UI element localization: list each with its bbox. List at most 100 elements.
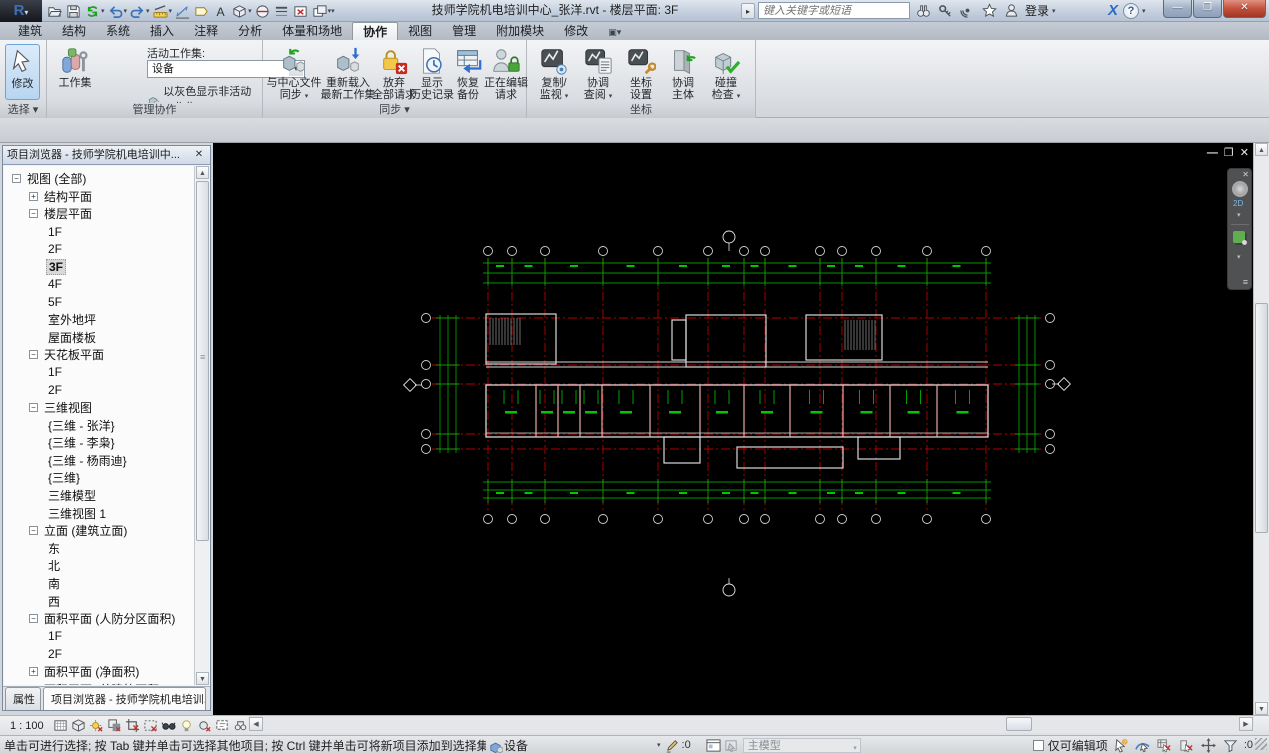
3d-view-dropdown-arrow[interactable]: ▾ [248,7,252,15]
ribbon-tab-9[interactable]: 管理 [442,22,486,40]
editable-only-checkbox[interactable] [1032,739,1044,751]
save-button[interactable] [65,2,82,20]
reveal-hidden-elements-icon[interactable] [178,717,196,734]
reload-latest-button[interactable]: 重新载入 最新工作集 [321,43,376,102]
temporary-hide-isolate-icon[interactable] [160,717,178,734]
crop-view-icon[interactable] [124,717,142,734]
communication-center-icon[interactable] [959,2,976,19]
tree-item[interactable]: 东 [4,539,194,557]
thin-lines-button[interactable] [273,2,290,20]
infocenter-search-input[interactable] [758,2,910,19]
tree-item[interactable]: 2F [4,645,194,663]
tree-expander-icon[interactable]: − [29,209,38,219]
tree-item[interactable]: 北 [4,557,194,575]
ribbon-tab-10[interactable]: 附加模块 [486,22,554,40]
measure-dropdown-arrow[interactable]: ▾ [169,7,173,15]
dropdown-arrow[interactable]: ▾ [609,93,613,100]
coordinates-button[interactable]: 坐标 设置 [621,43,661,102]
scroll-down-arrow[interactable]: ▼ [196,672,209,685]
hscroll-right-arrow[interactable]: ▶ [1239,717,1253,731]
login-dropdown-arrow[interactable]: ▾ [1052,7,1056,15]
select-underlay-icon[interactable] [1134,737,1152,753]
undo-dropdown-arrow[interactable]: ▾ [124,7,128,15]
help-icon[interactable]: ? [1123,2,1140,19]
tree-item[interactable]: 4F [4,276,194,294]
ribbon-tab-6[interactable]: 体量和场地 [272,22,352,40]
steering-wheel-icon[interactable] [1232,181,1248,197]
customize-qat-arrow[interactable]: ▾ [331,7,335,15]
tag-button[interactable] [193,2,210,20]
shadows-icon[interactable] [106,717,124,734]
sync-with-central-qat-button[interactable] [84,2,101,20]
sync-with-central-button[interactable]: 与中心文件 同步 ▾ [267,43,322,104]
worksets-button[interactable]: 工作集 [53,43,97,90]
horizontal-scrollbar[interactable]: ◀ ▶ [248,716,1254,733]
coordination-host-button[interactable]: 协调 主体 [663,43,703,102]
subscription-center-icon[interactable] [937,2,954,19]
tree-item[interactable]: 1F [4,627,194,645]
tree-item[interactable]: {三维 - 张洋} [4,416,194,434]
visual-style-icon[interactable] [70,717,88,734]
switch-windows-button[interactable] [311,2,328,20]
tree-expander-icon[interactable]: − [29,403,38,413]
tree-item[interactable]: − 三维视图 [4,399,194,417]
tab-project-browser[interactable]: 项目浏览器 - 技师学院机电培训... [42,687,206,710]
view-restore-icon[interactable]: ❐ [1224,147,1240,159]
navbar-close-icon[interactable]: ✕ [1242,170,1249,179]
tab-properties[interactable]: 属性 [5,687,41,710]
dropdown-arrow[interactable]: ▾ [305,93,309,100]
zoom-tool-icon[interactable] [1233,231,1247,245]
project-browser-close-icon[interactable]: ✕ [192,146,206,164]
tree-item[interactable]: 1F [4,223,194,241]
wheel-dropdown-arrow[interactable]: ▾ [1237,211,1241,219]
project-browser-title-bar[interactable]: 项目浏览器 - 技师学院机电培训中... ✕ [3,146,210,165]
tree-expander-icon[interactable]: − [12,174,21,184]
coordination-review-button[interactable]: 协调 查阅 ▾ [577,43,619,104]
tree-item[interactable]: + 结构平面 [4,188,194,206]
show-crop-region-icon[interactable] [142,717,160,734]
text-button[interactable]: A [212,2,229,20]
tree-item[interactable]: 南 [4,575,194,593]
tree-expander-icon[interactable]: − [29,614,38,624]
vscroll-up-arrow[interactable]: ▲ [1255,143,1268,156]
drawing-area[interactable]: —❐✕ ✕ 2D ▾ ▾ ≡ [213,143,1253,715]
tree-item[interactable]: 3F [4,258,194,276]
close-button[interactable]: ✕ [1223,0,1266,18]
vscroll-thumb[interactable] [1255,303,1268,533]
modify-button[interactable]: 修改 [5,44,40,100]
workset-status-dropdown-arrow[interactable]: ▾ [654,741,664,749]
hscroll-left-arrow[interactable]: ◀ [249,717,263,731]
design-options-pick-icon[interactable] [723,737,741,753]
copy-monitor-button[interactable]: 复制/监视 ▾ [533,43,575,104]
tree-item[interactable]: {三维 - 杨雨迪} [4,452,194,470]
tree-item[interactable]: − 楼层平面 [4,205,194,223]
scroll-up-arrow[interactable]: ▲ [196,166,209,179]
tree-item[interactable]: + 面积平面 (净面积) [4,663,194,681]
vscroll-down-arrow[interactable]: ▼ [1255,702,1268,715]
ribbon-tab-4[interactable]: 注释 [184,22,228,40]
tree-item[interactable]: 三维视图 1 [4,504,194,522]
tree-expander-icon[interactable]: + [29,666,38,676]
search-binoculars-icon[interactable] [915,2,932,19]
select-panel-label[interactable]: 选择 ▾ [0,103,46,118]
exchange-apps-icon[interactable]: X [1108,2,1118,19]
help-dropdown-arrow[interactable]: ▾ [1142,7,1146,15]
tree-item[interactable]: 1F [4,364,194,382]
navigation-bar[interactable]: ✕ 2D ▾ ▾ ≡ [1227,168,1252,290]
design-option-dropdown[interactable]: 主模型 ▾ [742,737,861,753]
project-browser-scrollbar[interactable]: ▲ ▼ [194,166,209,685]
tree-expander-icon[interactable]: − [29,350,38,360]
ribbon-tab-11[interactable]: 修改 [554,22,598,40]
ribbon-tab-1[interactable]: 结构 [52,22,96,40]
dropdown-arrow[interactable]: ▾ [565,93,569,100]
tree-item[interactable]: 2F [4,381,194,399]
temporary-view-properties-icon[interactable] [214,717,232,734]
drag-elements-on-selection-icon[interactable] [1200,737,1218,753]
tree-item[interactable]: +面积平面 (总建筑面积) [4,680,194,685]
zoom-dropdown-arrow[interactable]: ▾ [1237,253,1241,261]
restore-backup-button[interactable]: 恢复 备份 [452,43,484,102]
tree-expander-icon[interactable]: + [29,191,38,201]
sync-dropdown-arrow[interactable]: ▾ [101,7,105,15]
synchronize-panel-label[interactable]: 同步 ▾ [263,103,526,118]
dropdown-arrow[interactable]: ▾ [737,93,741,100]
